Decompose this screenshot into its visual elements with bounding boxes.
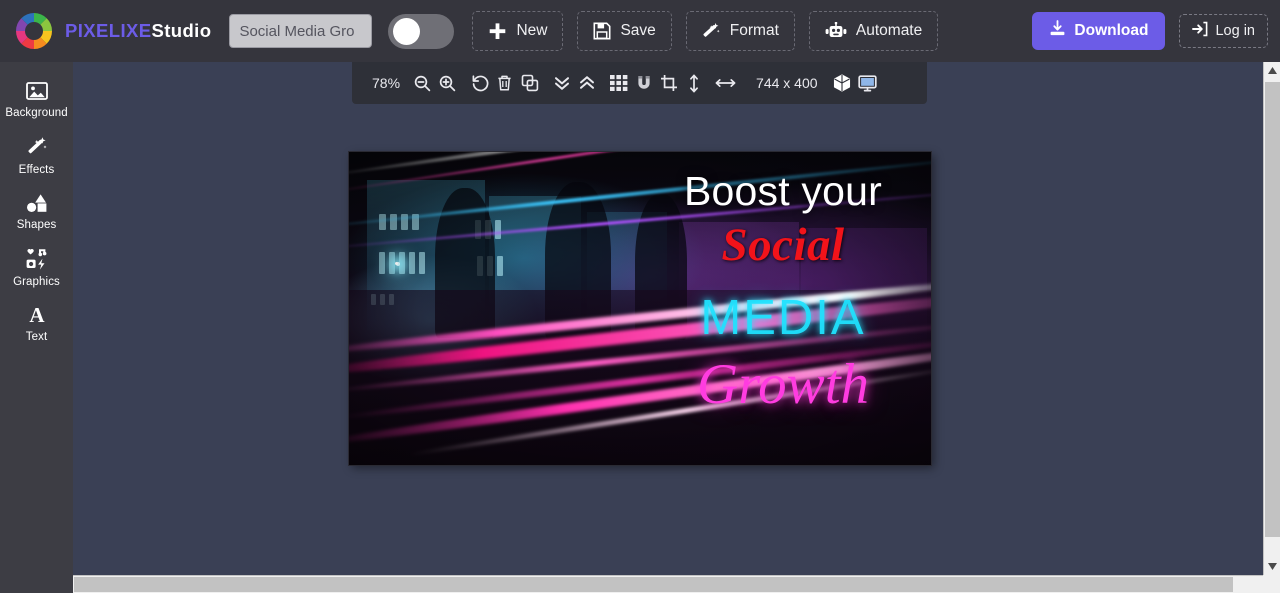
new-button-label: New	[516, 22, 548, 39]
canvas-dimensions-label: 744 x 400	[756, 75, 818, 91]
login-button-label: Log in	[1215, 23, 1255, 39]
send-backward-icon[interactable]	[549, 62, 574, 104]
design-headline-1: Boost your	[684, 168, 882, 214]
image-icon	[25, 81, 48, 101]
svg-text:A: A	[29, 305, 45, 325]
magic-wand-icon	[702, 22, 721, 41]
automate-button[interactable]: Automate	[808, 11, 939, 51]
window-light	[419, 252, 425, 274]
sidebar-item-text-label: Text	[25, 331, 48, 343]
sidebar-item-background[interactable]: Background	[0, 72, 73, 127]
brand-primary: PIXELIXE	[65, 20, 152, 41]
window-light	[495, 220, 501, 239]
robot-icon	[825, 21, 847, 41]
sidebar-item-shapes-label: Shapes	[16, 219, 57, 231]
window-light	[497, 256, 503, 276]
letter-a-icon: A	[26, 305, 48, 325]
brand-name: PIXELIXEStudio	[65, 20, 211, 42]
login-button[interactable]: Log in	[1179, 14, 1268, 48]
vertical-scrollbar-thumb[interactable]	[1265, 82, 1280, 537]
project-title-input[interactable]	[229, 14, 373, 48]
top-toolbar: PIXELIXEStudio New	[0, 0, 1280, 62]
horizontal-scrollbar-thumb[interactable]	[74, 577, 1233, 592]
design-canvas[interactable]: Boost your Social MEDIA Growth	[349, 152, 931, 465]
monitor-preview-icon[interactable]	[855, 62, 880, 104]
save-button-label: Save	[620, 22, 656, 39]
pixelixe-studio-app: PIXELIXEStudio New	[0, 0, 1280, 593]
design-headline-3: MEDIA	[700, 291, 866, 345]
duplicate-icon[interactable]	[517, 62, 542, 104]
new-button[interactable]: New	[472, 11, 564, 51]
bring-forward-icon[interactable]	[574, 62, 599, 104]
scroll-down-arrow-icon[interactable]	[1264, 558, 1280, 575]
design-artwork: Boost your Social MEDIA Growth	[349, 152, 931, 465]
header-right-group: Download Log in	[1032, 0, 1268, 62]
crop-icon[interactable]	[656, 62, 681, 104]
brand-logo[interactable]: PIXELIXEStudio	[0, 11, 211, 51]
download-icon	[1049, 20, 1066, 42]
header-actions: New Save Format Automate	[472, 11, 939, 51]
floppy-disk-icon	[593, 22, 611, 40]
graphics-grid-icon	[25, 248, 49, 270]
resize-horizontal-icon[interactable]	[713, 62, 738, 104]
brand-secondary: Studio	[151, 20, 212, 41]
sign-in-icon	[1192, 21, 1208, 41]
window-light	[390, 214, 397, 230]
sidebar-item-effects-label: Effects	[18, 164, 55, 176]
download-button[interactable]: Download	[1032, 12, 1166, 50]
window-light	[379, 252, 385, 274]
light-burst	[395, 262, 398, 265]
format-button[interactable]: Format	[685, 11, 795, 51]
undo-icon[interactable]	[467, 62, 492, 104]
canvas-toolbar: 78% 744 x 400	[352, 62, 927, 104]
horizontal-scrollbar[interactable]	[73, 575, 1280, 593]
zoom-in-icon[interactable]	[435, 62, 460, 104]
mode-toggle-switch[interactable]	[388, 13, 455, 49]
sidebar-item-text[interactable]: A Text	[0, 296, 73, 351]
automate-button-label: Automate	[855, 22, 923, 39]
zoom-out-icon[interactable]	[410, 62, 435, 104]
sidebar-item-background-label: Background	[5, 107, 68, 119]
design-headline-4: Growth	[696, 353, 870, 416]
grid-icon[interactable]	[606, 62, 631, 104]
download-button-label: Download	[1074, 22, 1149, 39]
sidebar-item-graphics-label: Graphics	[13, 276, 60, 288]
window-light	[379, 214, 386, 230]
plus-icon	[488, 22, 507, 41]
vertical-scrollbar[interactable]	[1263, 62, 1280, 575]
resize-vertical-icon[interactable]	[681, 62, 706, 104]
trash-icon[interactable]	[492, 62, 517, 104]
canvas-workspace: 78% 744 x 400 Boost your Social MEDIA Gr…	[73, 62, 1263, 575]
left-sidebar: Background Effects Shapes Graphics A Tex…	[0, 62, 73, 593]
format-button-label: Format	[729, 22, 779, 39]
save-button[interactable]: Save	[577, 11, 672, 51]
color-wheel-icon	[14, 11, 54, 51]
shapes-icon	[26, 193, 48, 213]
toggle-knob	[393, 17, 421, 45]
sidebar-item-effects[interactable]: Effects	[0, 127, 73, 184]
window-light	[409, 252, 415, 274]
cube-3d-icon[interactable]	[830, 62, 855, 104]
design-headline-2: Social	[721, 219, 845, 271]
sidebar-item-graphics[interactable]: Graphics	[0, 239, 73, 296]
scroll-up-arrow-icon[interactable]	[1264, 62, 1280, 79]
scrollbar-corner	[1263, 575, 1280, 593]
zoom-level-label: 78%	[372, 75, 401, 91]
sidebar-item-shapes[interactable]: Shapes	[0, 184, 73, 239]
magnet-snap-icon[interactable]	[631, 62, 656, 104]
magic-wand-icon	[26, 136, 48, 158]
